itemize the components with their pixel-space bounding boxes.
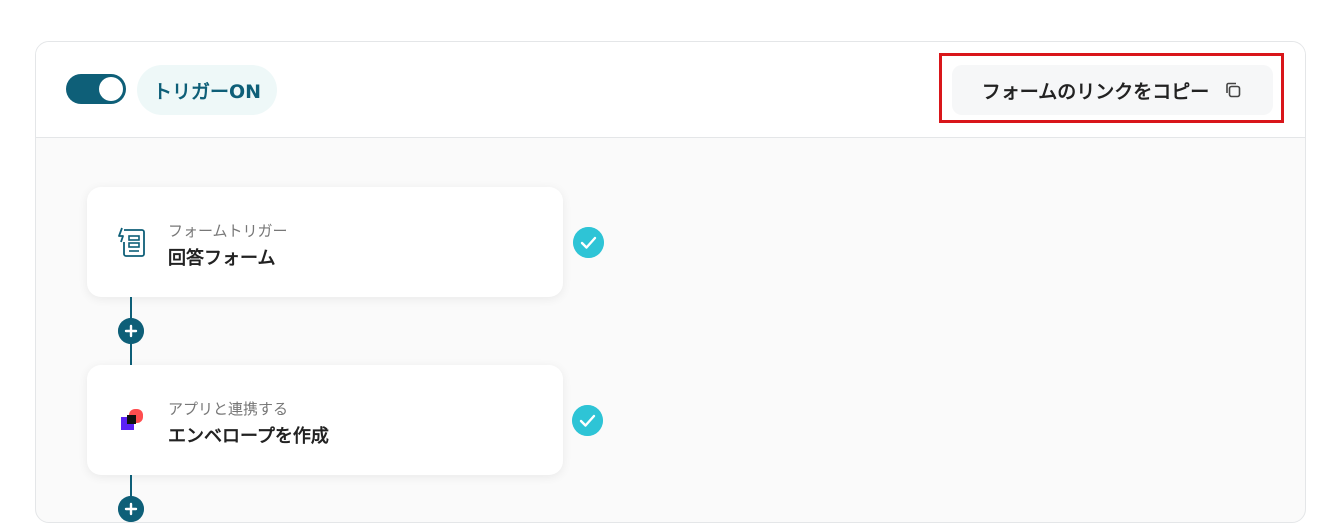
app-logo-icon <box>121 409 143 430</box>
check-icon <box>573 227 604 258</box>
check-icon <box>572 405 603 436</box>
copy-form-link-label: フォームのリンクをコピー <box>981 80 1210 103</box>
copy-icon <box>1226 82 1241 98</box>
copy-form-link-button[interactable]: フォームのリンクをコピー <box>952 65 1273 115</box>
step-subtitle: アプリと連携する <box>168 400 289 418</box>
trigger-status-badge: トリガーON <box>137 65 278 115</box>
step-card-create-envelope[interactable]: アプリと連携する エンベロープを作成 <box>87 365 563 475</box>
add-step-icon[interactable] <box>118 318 144 344</box>
step-card-form-trigger[interactable]: フォームトリガー 回答フォーム <box>87 187 563 297</box>
trigger-toggle[interactable] <box>66 74 126 104</box>
form-icon <box>118 227 145 257</box>
step-title: エンベロープを作成 <box>168 426 329 447</box>
add-step-icon[interactable] <box>118 496 144 522</box>
toggle-knob <box>99 77 123 101</box>
flow-header: トリガーON フォームのリンクをコピー <box>36 42 1305 138</box>
step-title: 回答フォーム <box>168 248 276 269</box>
step-subtitle: フォームトリガー <box>168 222 288 240</box>
